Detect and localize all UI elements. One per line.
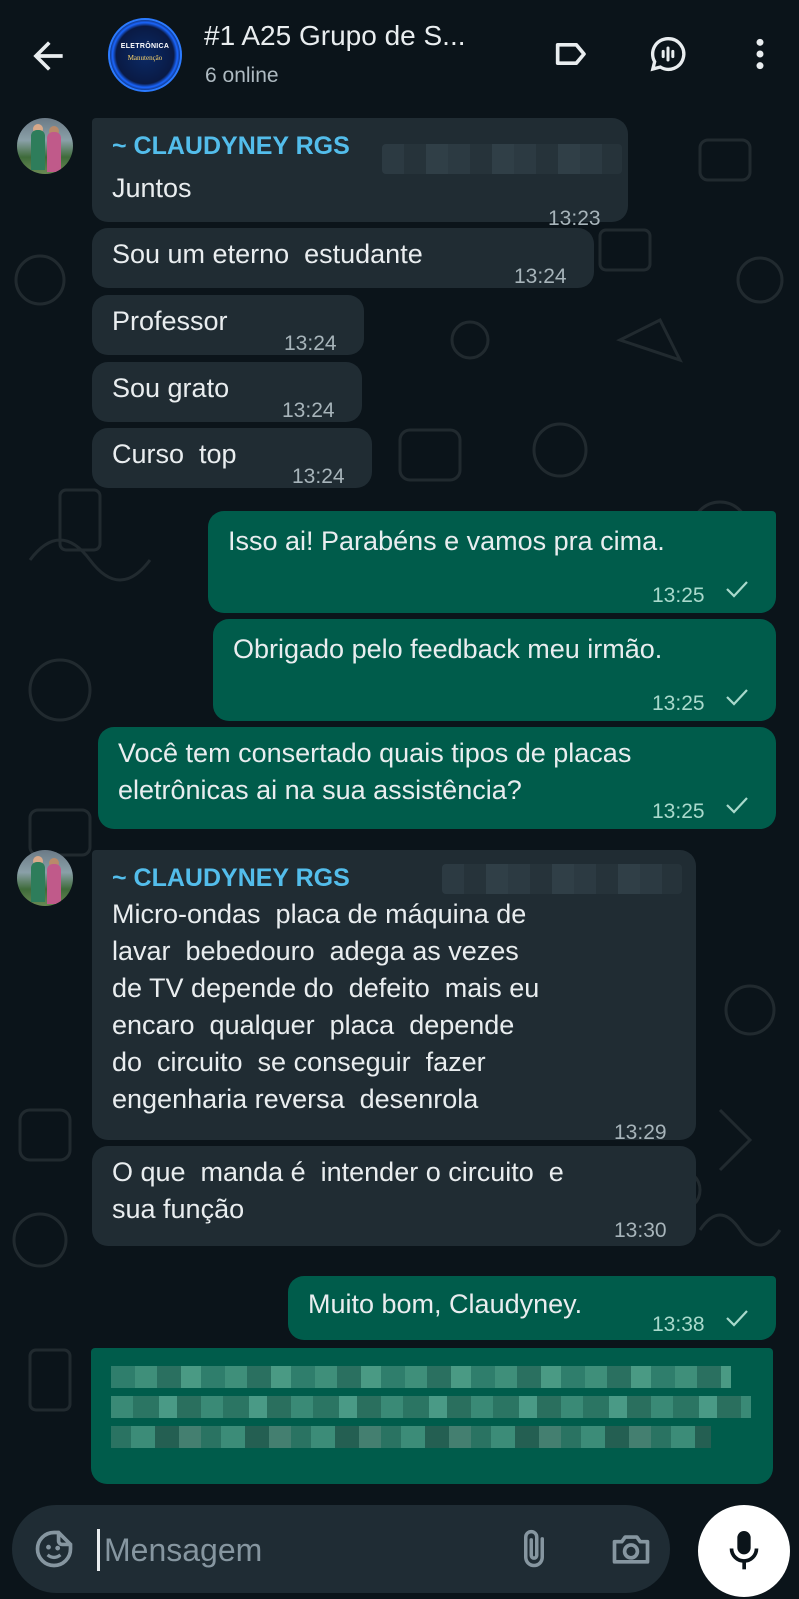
- group-title[interactable]: #1 A25 Grupo de S...: [204, 20, 466, 52]
- sender-name[interactable]: ~ CLAUDYNEY RGS: [112, 128, 350, 165]
- message-time: 13:24: [284, 332, 337, 355]
- message-text: O que manda é intender o circuito e sua …: [112, 1157, 564, 1224]
- message-time: 13:30: [614, 1219, 667, 1242]
- member-avatar[interactable]: [17, 118, 73, 174]
- more-vert-icon[interactable]: [740, 34, 780, 74]
- message-time: 13:24: [292, 465, 345, 488]
- group-avatar[interactable]: ELETRÔNICA Manutenção: [108, 18, 182, 92]
- member-avatar[interactable]: [17, 850, 73, 906]
- sent-check-icon: [726, 689, 748, 706]
- sent-check-icon: [726, 581, 748, 598]
- back-arrow-icon[interactable]: [26, 34, 70, 78]
- outgoing-message[interactable]: Muito bom, Claudyney. 13:38: [288, 1276, 776, 1340]
- redacted-phone: [382, 144, 622, 174]
- incoming-message[interactable]: Curso top 13:24: [92, 428, 372, 488]
- emoji-sticker-icon[interactable]: [32, 1527, 76, 1571]
- outgoing-message[interactable]: Obrigado pelo feedback meu irmão. 13:25: [213, 619, 776, 721]
- incoming-message[interactable]: ~ CLAUDYNEY RGS Micro-ondas placa de máq…: [92, 850, 696, 1144]
- message-text: Sou grato: [112, 373, 230, 403]
- message-input[interactable]: [102, 1525, 486, 1575]
- message-time: 13:25: [652, 584, 705, 607]
- message-text: Isso ai! Parabéns e vamos pra cima.: [228, 526, 665, 556]
- incoming-message[interactable]: Professor 13:24: [92, 295, 364, 355]
- message-text: Obrigado pelo feedback meu irmão.: [233, 634, 663, 664]
- message-composer: [12, 1505, 670, 1593]
- voice-chat-icon[interactable]: [648, 34, 688, 74]
- redacted-message[interactable]: [91, 1348, 773, 1484]
- camera-icon[interactable]: [608, 1527, 654, 1571]
- incoming-message[interactable]: Sou um eterno estudante 13:24: [92, 228, 594, 288]
- message-text: Muito bom, Claudyney.: [308, 1289, 583, 1319]
- outgoing-message[interactable]: Isso ai! Parabéns e vamos pra cima. 13:2…: [208, 511, 776, 613]
- message-time: 13:38: [652, 1313, 705, 1336]
- mic-button[interactable]: [698, 1505, 790, 1597]
- incoming-message[interactable]: O que manda é intender o circuito e sua …: [92, 1146, 696, 1246]
- avatar-line-1: ELETRÔNICA: [120, 43, 170, 50]
- message-text: Você tem consertado quais tipos de placa…: [118, 738, 632, 805]
- incoming-message[interactable]: Sou grato 13:24: [92, 362, 362, 422]
- label-icon[interactable]: [551, 34, 591, 74]
- message-time: 13:25: [652, 692, 705, 715]
- incoming-message[interactable]: ~ CLAUDYNEY RGS Juntos 13:23: [92, 118, 628, 230]
- online-count: 6 online: [205, 64, 279, 87]
- sent-check-icon: [726, 797, 748, 814]
- chat-header: ELETRÔNICA Manutenção #1 A25 Grupo de S.…: [0, 0, 799, 110]
- avatar-line-2: Manutenção: [127, 54, 163, 62]
- redacted-phone: [442, 864, 682, 894]
- mic-icon: [729, 1531, 759, 1570]
- message-text: Micro-ondas placa de máquina de lavar be…: [112, 899, 540, 1114]
- text-cursor: [97, 1529, 100, 1571]
- message-time: 13:25: [652, 800, 705, 823]
- message-text: Juntos: [112, 173, 192, 203]
- message-time: 13:24: [514, 265, 567, 288]
- message-text: Professor: [112, 306, 228, 336]
- sent-check-icon: [726, 1310, 748, 1327]
- message-text: Curso top: [112, 439, 237, 469]
- sender-name[interactable]: ~ CLAUDYNEY RGS: [112, 860, 350, 897]
- chat-area[interactable]: ~ CLAUDYNEY RGS Juntos 13:23 Sou um eter…: [0, 110, 799, 1499]
- message-time: 13:24: [282, 399, 335, 422]
- outgoing-message[interactable]: Você tem consertado quais tipos de placa…: [98, 727, 776, 829]
- paperclip-icon[interactable]: [512, 1527, 556, 1571]
- message-text: Sou um eterno estudante: [112, 239, 423, 269]
